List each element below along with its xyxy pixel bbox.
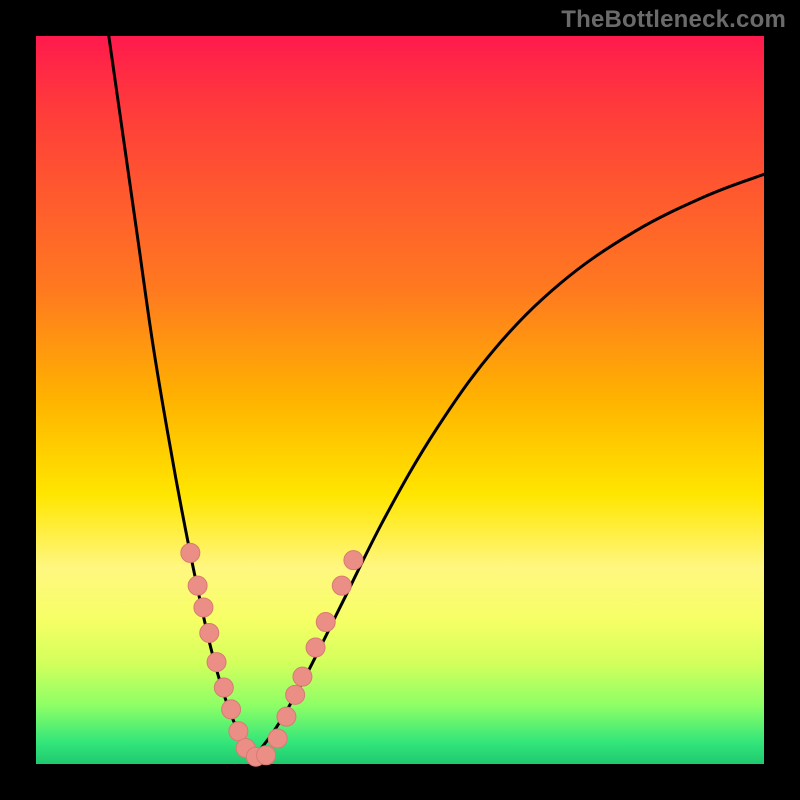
curve-right-curve: [254, 174, 764, 756]
data-marker: [222, 700, 241, 719]
data-marker: [268, 729, 287, 748]
data-marker: [306, 638, 325, 657]
data-marker: [194, 598, 213, 617]
data-marker: [181, 543, 200, 562]
data-marker: [207, 653, 226, 672]
curve-layer: [109, 36, 764, 757]
data-marker: [229, 722, 248, 741]
watermark-text: TheBottleneck.com: [561, 6, 786, 34]
data-marker: [332, 576, 351, 595]
chart-frame: TheBottleneck.com: [0, 0, 800, 800]
data-marker: [188, 576, 207, 595]
data-marker: [344, 551, 363, 570]
curve-left-curve: [109, 36, 255, 757]
chart-svg: [36, 36, 764, 764]
data-marker: [200, 623, 219, 642]
data-marker: [214, 678, 233, 697]
data-marker: [286, 685, 305, 704]
marker-layer: [181, 543, 363, 766]
data-marker: [277, 707, 296, 726]
data-marker: [257, 746, 276, 765]
data-marker: [293, 667, 312, 686]
plot-area: [36, 36, 764, 764]
data-marker: [316, 613, 335, 632]
